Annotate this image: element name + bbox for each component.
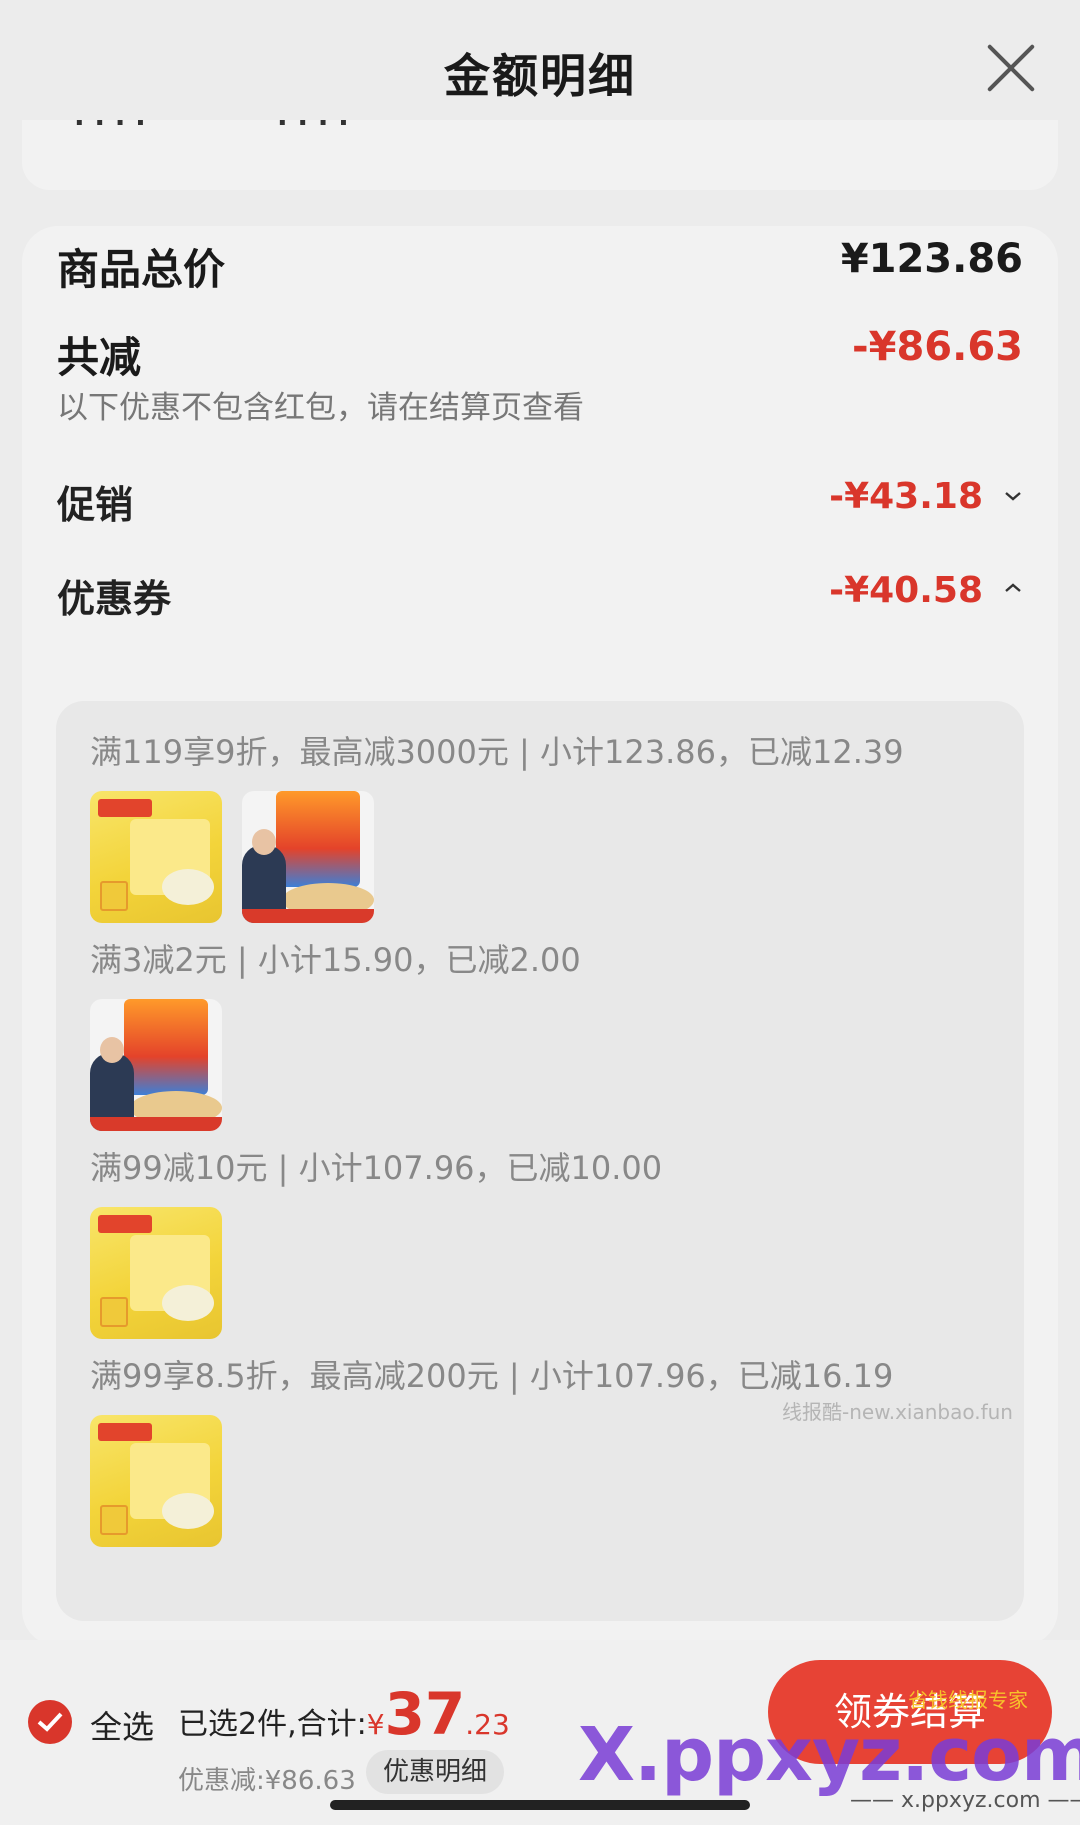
select-all-label[interactable]: 全选 xyxy=(90,1702,154,1748)
coupon-value: -¥40.58 xyxy=(829,570,983,611)
total-row: 商品总价 ¥123.86 xyxy=(57,236,1023,296)
brand-url: —— x.ppxyz.com —— xyxy=(850,1788,1080,1813)
product-thumbnail-snack[interactable] xyxy=(90,1207,222,1339)
select-all-checkbox[interactable] xyxy=(28,1700,72,1744)
amount-detail-sheet: 金额明细 · · · · · · · · 商品总价 ¥123.86 共减 -¥8… xyxy=(0,0,1080,1825)
sheet-header: 金额明细 xyxy=(0,0,1080,130)
product-base xyxy=(242,909,374,923)
previous-card: · · · · · · · · xyxy=(22,120,1058,190)
coupon-rule: 满99享8.5折，最高减200元 | 小计107.96，已减16.19 xyxy=(90,1357,894,1395)
checkmark-icon xyxy=(37,1712,63,1732)
coupon-row[interactable]: 优惠券 -¥40.58 xyxy=(57,568,1023,621)
total-label: 商品总价 xyxy=(57,245,226,294)
coupon-detail-box: 满119享9折，最高减3000元 | 小计123.86，已减12.39 满3减2… xyxy=(56,701,1024,1621)
brand-watermark: X.ppxyz.com xyxy=(578,1712,1080,1798)
coupon-rule: 满119享9折，最高减3000元 | 小计123.86，已减12.39 xyxy=(90,733,904,771)
home-indicator xyxy=(330,1800,750,1810)
product-pack xyxy=(124,999,208,1095)
selected-count-text: 已选2件,合计: xyxy=(178,1707,367,1742)
chevron-up-icon[interactable] xyxy=(1003,578,1023,598)
coupon-rule: 满99减10元 | 小计107.96，已减10.00 xyxy=(90,1149,663,1187)
product-base xyxy=(90,1117,222,1131)
checkout-bar: 全选 已选2件,合计:¥37.23 优惠减:¥86.63 优惠明细 领券结算 X… xyxy=(0,1640,1080,1825)
product-mini-pack xyxy=(100,881,128,911)
product-mini-pack xyxy=(100,1297,128,1327)
brand-tagline: 省钱线报专家 xyxy=(908,1688,1028,1712)
product-thumbnail-sausage[interactable] xyxy=(242,791,374,923)
discount-note-row: 以下优惠不包含红包，请在结算页查看 xyxy=(57,382,1023,426)
total-amount-integer: 37 xyxy=(384,1680,466,1748)
discount-note: 以下优惠不包含红包，请在结算页查看 xyxy=(57,390,584,426)
product-bowl xyxy=(162,1285,214,1321)
brand-logo-mark xyxy=(98,799,152,817)
price-summary-card: 商品总价 ¥123.86 共减 -¥86.63 以下优惠不包含红包，请在结算页查… xyxy=(22,226,1058,1646)
discount-row: 共减 -¥86.63 xyxy=(57,324,1023,384)
total-summary: 已选2件,合计:¥37.23 xyxy=(178,1680,510,1748)
brand-logo-mark xyxy=(98,1215,152,1233)
product-mini-pack xyxy=(100,1505,128,1535)
chevron-down-icon[interactable] xyxy=(1003,486,1023,506)
saved-amount: 优惠减:¥86.63 xyxy=(178,1766,356,1796)
discount-detail-button[interactable]: 优惠明细 xyxy=(366,1750,504,1794)
product-bowl xyxy=(162,869,214,905)
total-amount-decimal: .23 xyxy=(465,1708,510,1741)
watermark-text: 线报酷-new.xianbao.fun xyxy=(782,1400,1013,1424)
product-bowl xyxy=(162,1493,214,1529)
product-pack xyxy=(276,791,360,887)
currency-symbol: ¥ xyxy=(366,1708,385,1741)
total-value: ¥123.86 xyxy=(840,236,1023,282)
product-thumbnail-sausage[interactable] xyxy=(90,999,222,1131)
promo-label: 促销 xyxy=(57,483,134,527)
discount-value: -¥86.63 xyxy=(852,324,1023,370)
discount-label: 共减 xyxy=(57,333,142,382)
coupon-rule: 满3减2元 | 小计15.90，已减2.00 xyxy=(90,941,581,979)
brand-logo-mark xyxy=(98,1423,152,1441)
promo-row[interactable]: 促销 -¥43.18 xyxy=(57,474,1023,527)
coupon-label: 优惠券 xyxy=(57,577,172,621)
product-thumbnail-snack[interactable] xyxy=(90,791,222,923)
close-icon[interactable] xyxy=(985,42,1037,94)
sheet-title: 金额明细 xyxy=(444,49,636,103)
promo-value: -¥43.18 xyxy=(829,476,983,517)
product-thumbnail-snack[interactable] xyxy=(90,1415,222,1547)
